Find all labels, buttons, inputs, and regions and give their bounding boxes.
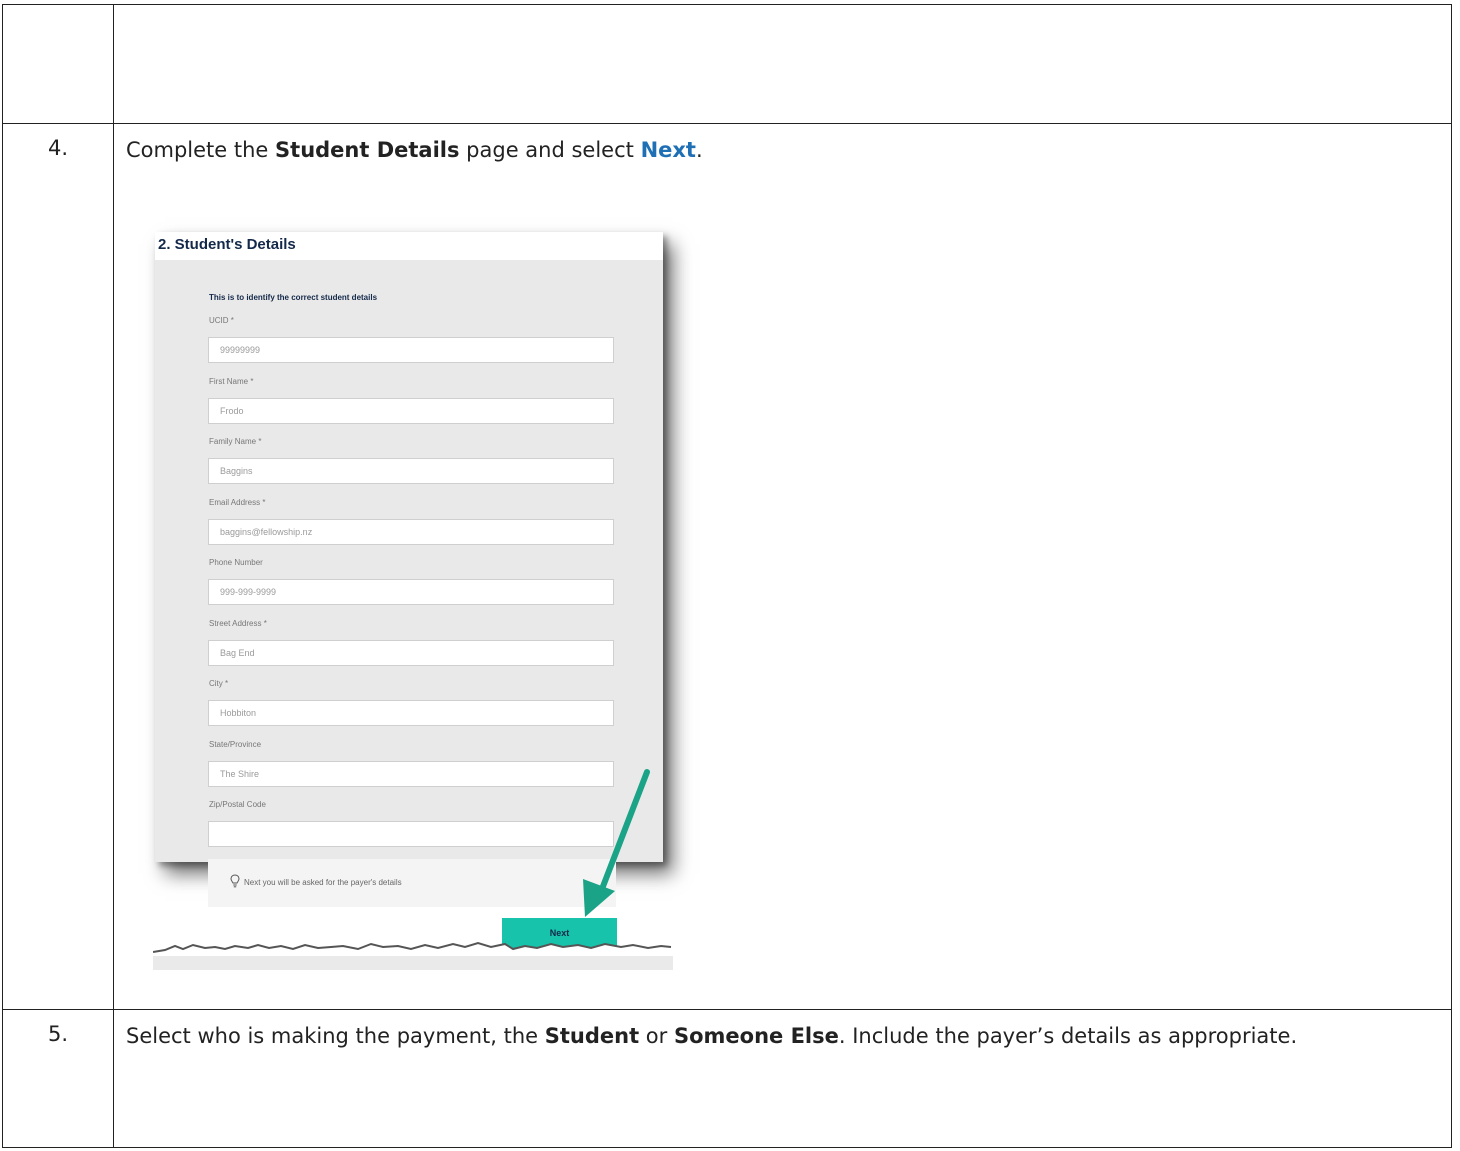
student-details-bold: Student Details — [275, 138, 460, 162]
step-5-text: Select who is making the payment, the St… — [114, 1010, 1396, 1052]
first-name-input[interactable]: Frodo — [208, 398, 614, 424]
info-box: Next you will be asked for the payer's d… — [208, 859, 616, 907]
step-4-number-cell: 4. — [2, 123, 114, 1010]
family-name-input[interactable]: Baggins — [208, 458, 614, 484]
student-details-screenshot: 2. Student's Details This is to identify… — [153, 232, 673, 1002]
street-address-label: Street Address * — [209, 619, 267, 628]
state-label: State/Province — [209, 740, 262, 749]
step-text-segment: page and select — [459, 138, 641, 162]
step-text-segment: Select who is making the payment, the — [126, 1024, 545, 1048]
someone-else-bold: Someone Else — [673, 1024, 839, 1048]
empty-content-cell — [113, 4, 1452, 124]
zip-input[interactable] — [208, 821, 614, 847]
city-label: City * — [209, 679, 229, 688]
step-4-text: Complete the Student Details page and se… — [114, 124, 1451, 166]
lightbulb-icon — [230, 874, 240, 888]
email-label: Email Address * — [209, 498, 266, 507]
info-text: Next you will be asked for the payer's d… — [244, 878, 402, 887]
street-address-input[interactable]: Bag End — [208, 640, 614, 666]
ucid-input[interactable]: 99999999 — [208, 337, 614, 363]
step-number: 5. — [47, 1022, 69, 1046]
next-link-text: Next — [640, 138, 696, 162]
ucid-label: UCID * — [209, 316, 234, 325]
form-title: 2. Student's Details — [158, 236, 296, 253]
family-name-label: Family Name * — [209, 437, 262, 446]
arrow-icon — [583, 769, 650, 917]
step-text-segment: or — [639, 1024, 674, 1048]
step-number: 4. — [47, 136, 69, 160]
form-intro: This is to identify the correct student … — [209, 293, 378, 302]
city-input[interactable]: Hobbiton — [208, 700, 614, 726]
phone-input[interactable]: 999-999-9999 — [208, 579, 614, 605]
email-input[interactable]: baggins@fellowship.nz — [208, 519, 614, 545]
step-5-content-cell: Select who is making the payment, the St… — [113, 1009, 1452, 1148]
step-5-number-cell: 5. — [2, 1009, 114, 1148]
step-text-segment: Complete the — [126, 138, 276, 162]
step-text-segment: . Include the payer’s details as appropr… — [838, 1024, 1298, 1048]
phone-label: Phone Number — [209, 558, 263, 567]
zip-label: Zip/Postal Code — [209, 800, 266, 809]
student-bold: Student — [544, 1024, 640, 1048]
first-name-label: First Name * — [209, 377, 254, 386]
form-header: 2. Student's Details — [155, 232, 663, 260]
state-input[interactable]: The Shire — [208, 761, 614, 787]
empty-number-cell — [2, 4, 114, 124]
torn-edge — [153, 941, 673, 1002]
step-text-segment: . — [695, 138, 703, 162]
